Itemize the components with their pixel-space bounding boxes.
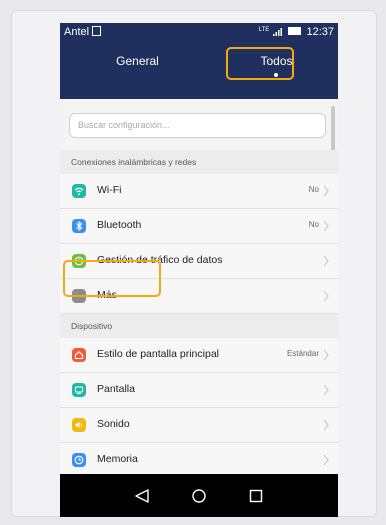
carrier-name: Antel xyxy=(64,26,90,38)
back-button[interactable] xyxy=(117,474,167,517)
section-title: Dispositivo xyxy=(71,321,113,331)
settings-item-display[interactable]: Pantalla xyxy=(60,373,338,408)
item-value: Estándar xyxy=(286,349,319,358)
home-style-icon xyxy=(72,348,86,362)
recents-icon xyxy=(249,489,263,503)
settings-item-bluetooth[interactable]: Bluetooth No xyxy=(60,209,338,244)
tab-todos-highlight xyxy=(226,47,294,80)
settings-item-memory[interactable]: Memoria xyxy=(60,443,338,478)
chevron-right-icon xyxy=(323,220,329,232)
item-label: Estilo de pantalla principal xyxy=(97,348,219,360)
signal-icon xyxy=(273,28,283,36)
settings-item-sound[interactable]: Sonido xyxy=(60,408,338,443)
status-right: LTE 12:37 xyxy=(259,26,334,38)
chevron-right-icon xyxy=(323,255,329,267)
status-time: 12:37 xyxy=(306,26,334,38)
battery-icon xyxy=(288,27,302,35)
status-bar: Antel LTE 12:37 xyxy=(60,23,338,41)
chevron-right-icon xyxy=(323,290,329,302)
item-value: No xyxy=(308,185,319,194)
chevron-right-icon xyxy=(323,454,329,466)
item-value: No xyxy=(308,220,319,229)
settings-item-home-style[interactable]: Estilo de pantalla principal Estándar xyxy=(60,338,338,373)
recents-button[interactable] xyxy=(231,474,281,517)
display-icon xyxy=(72,383,86,397)
item-label: Sonido xyxy=(97,418,130,430)
chevron-right-icon xyxy=(323,384,329,396)
item-label: Bluetooth xyxy=(97,219,142,231)
bluetooth-icon xyxy=(72,219,86,233)
wifi-icon xyxy=(72,184,86,198)
chevron-right-icon xyxy=(323,185,329,197)
more-item-highlight xyxy=(63,260,161,297)
phone-screen: Antel LTE 12:37 General Todos Buscar con… xyxy=(60,23,338,517)
back-icon xyxy=(135,489,149,503)
home-icon xyxy=(192,489,206,503)
home-button[interactable] xyxy=(174,474,224,517)
tab-general-label: General xyxy=(116,54,159,68)
section-header-device: Dispositivo xyxy=(60,314,338,338)
sim-icon xyxy=(92,26,102,36)
tab-bar: General Todos xyxy=(60,41,338,99)
item-label: Wi-Fi xyxy=(97,184,122,196)
memory-icon xyxy=(72,453,86,467)
chevron-right-icon xyxy=(323,419,329,431)
navigation-bar xyxy=(60,474,338,517)
search-placeholder: Buscar configuración... xyxy=(78,120,170,130)
chevron-right-icon xyxy=(323,349,329,361)
section-header-wireless: Conexiones inalámbricas y redes xyxy=(60,150,338,174)
item-label: Memoria xyxy=(97,453,138,465)
carrier: Antel xyxy=(64,26,102,38)
tab-general[interactable]: General xyxy=(60,41,215,99)
search-input[interactable]: Buscar configuración... xyxy=(69,113,326,138)
sound-icon xyxy=(72,418,86,432)
section-title: Conexiones inalámbricas y redes xyxy=(71,157,197,167)
network-type: LTE xyxy=(258,27,270,33)
item-label: Pantalla xyxy=(97,383,135,395)
settings-item-wifi[interactable]: Wi-Fi No xyxy=(60,174,338,209)
